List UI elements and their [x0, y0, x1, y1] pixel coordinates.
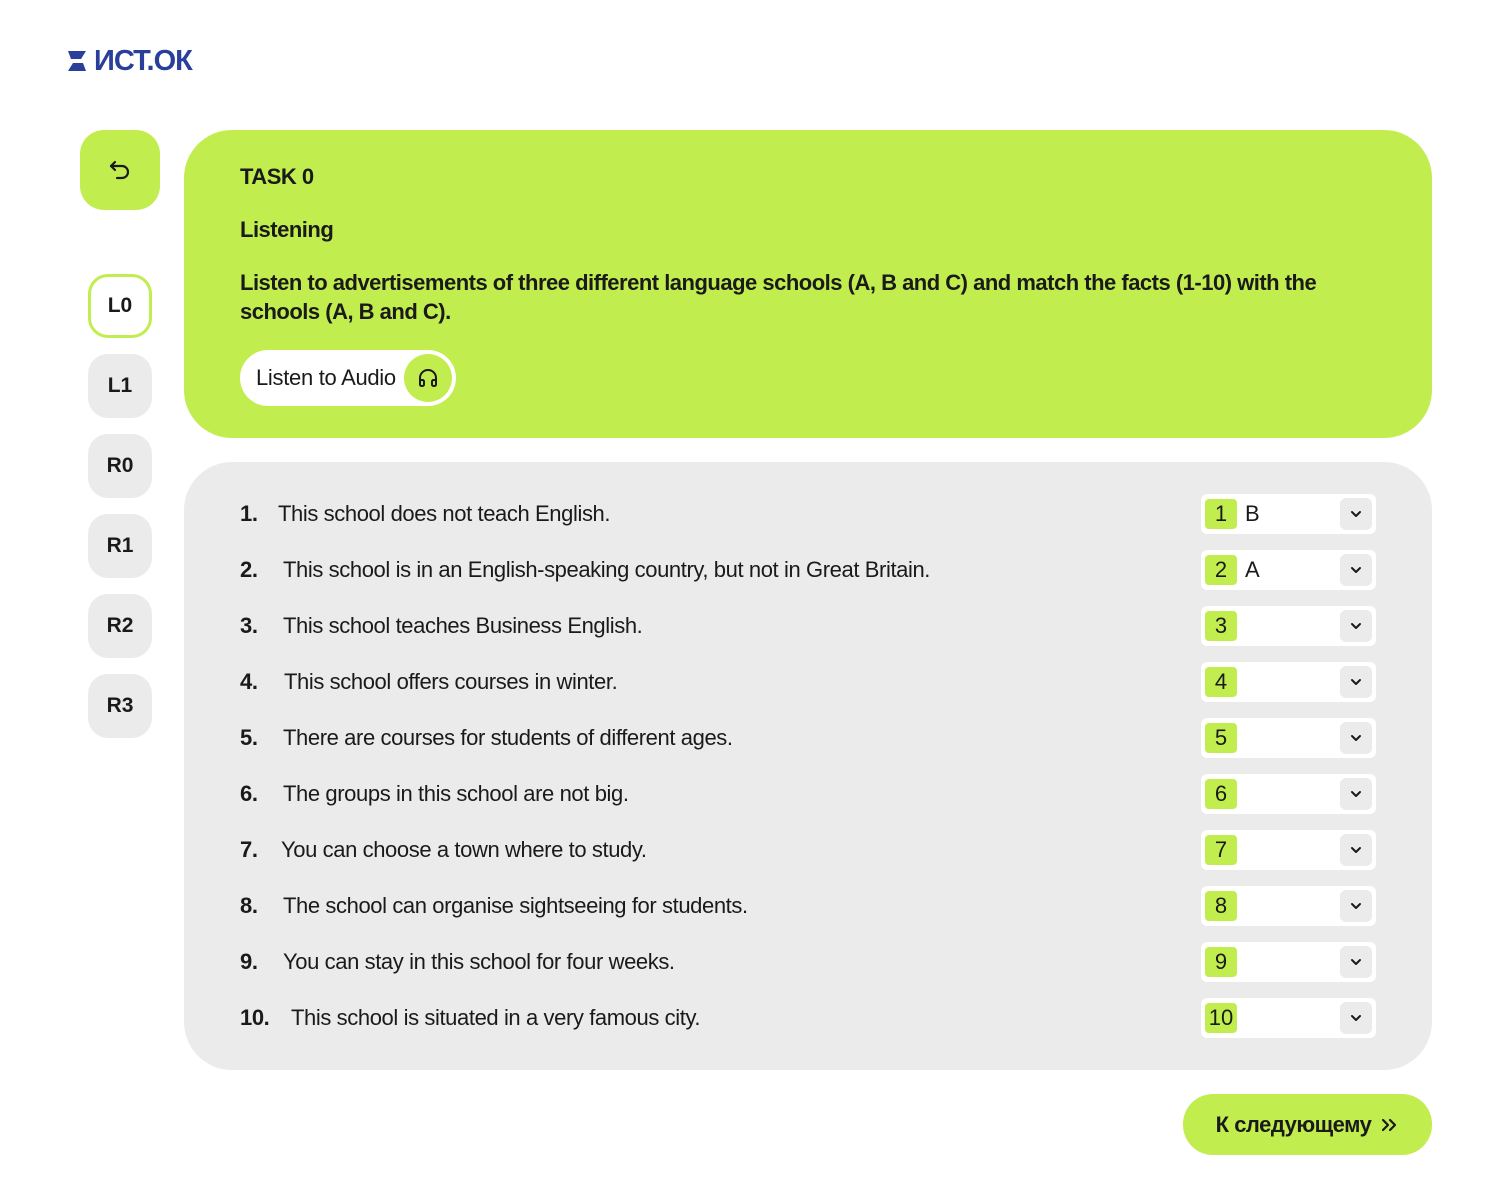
question-text: 10. This school is situated in a very fam… — [240, 998, 701, 1038]
answer-select-8[interactable]: 8 — [1201, 886, 1376, 926]
next-button[interactable]: К следующему — [1183, 1094, 1432, 1155]
sidebar-item-r0[interactable]: R0 — [88, 434, 152, 498]
chevron-down-icon[interactable] — [1340, 610, 1372, 642]
question-statement: The school can organise sightseeing for … — [283, 893, 748, 918]
answer-select-6[interactable]: 6 — [1201, 774, 1376, 814]
sidebar-item-r1[interactable]: R1 — [88, 514, 152, 578]
answer-select-number: 9 — [1205, 947, 1237, 977]
sidebar-item-r3[interactable]: R3 — [88, 674, 152, 738]
listen-audio-button[interactable]: Listen to Audio — [240, 350, 456, 406]
question-text: 6. The groups in this school are not big. — [240, 774, 629, 814]
question-number: 9. — [240, 949, 258, 974]
question-statement: This school offers courses in winter. — [284, 669, 618, 694]
task-description: Listen to advertisements of three differ… — [240, 270, 1317, 324]
logo-text: ИСТ.ОК — [94, 45, 193, 77]
question-text: 5. There are courses for students of diff… — [240, 718, 733, 758]
chevron-down-icon[interactable] — [1340, 890, 1372, 922]
question-number: 8. — [240, 893, 258, 918]
question-row: 10. This school is situated in a very fam… — [240, 998, 1376, 1038]
next-button-label: К следующему — [1215, 1111, 1372, 1137]
logo[interactable]: ИСТ.ОК — [64, 45, 193, 77]
answer-select-number: 4 — [1205, 667, 1237, 697]
question-text: 8. The school can organise sightseeing fo… — [240, 886, 748, 926]
question-text: 2. This school is in an English-speaking … — [240, 550, 930, 590]
chevron-down-icon[interactable] — [1340, 778, 1372, 810]
question-row: 5. There are courses for students of diff… — [240, 718, 1376, 758]
question-row: 7. You can choose a town where to study. 7 — [240, 830, 1376, 870]
question-number: 6. — [240, 781, 258, 806]
answer-select-9[interactable]: 9 — [1201, 942, 1376, 982]
question-row: 6. The groups in this school are not big.… — [240, 774, 1376, 814]
questions-card: 1. This school does not teach English. 1 B 2… — [184, 462, 1432, 1070]
answer-select-number: 6 — [1205, 779, 1237, 809]
answer-select-5[interactable]: 5 — [1201, 718, 1376, 758]
answer-select-value: B — [1245, 501, 1260, 526]
chevron-down-icon[interactable] — [1340, 834, 1372, 866]
sidebar-item-l0[interactable]: L0 — [88, 274, 152, 338]
chevron-down-icon[interactable] — [1340, 722, 1372, 754]
answer-select-number: 3 — [1205, 611, 1237, 641]
answer-select-2[interactable]: 2A — [1201, 550, 1376, 590]
undo-arrow-icon — [109, 160, 130, 180]
question-statement: This school does not teach English. — [278, 501, 611, 526]
answer-select-number: 5 — [1205, 723, 1237, 753]
sidebar-item-r2[interactable]: R2 — [88, 594, 152, 658]
question-text: 1. This school does not teach English. — [240, 494, 610, 534]
section-nav: L0 L1 R0 R1 R2 R3 — [88, 274, 152, 754]
question-statement: You can stay in this school for four wee… — [283, 949, 675, 974]
question-number: 5. — [240, 725, 258, 750]
question-row: 3. This school teaches Business English. 3 — [240, 606, 1376, 646]
chevron-down-icon[interactable] — [1340, 1002, 1372, 1034]
listen-audio-label: Listen to Audio — [256, 365, 396, 390]
answer-select-number: 10 — [1205, 1003, 1237, 1033]
question-text: 7. You can choose a town where to study. — [240, 830, 647, 870]
question-row: 9. You can stay in this school for four w… — [240, 942, 1376, 982]
question-text: 3. This school teaches Business English. — [240, 606, 643, 646]
chevron-down-icon[interactable] — [1340, 666, 1372, 698]
logo-mark-icon — [68, 51, 86, 71]
question-number: 2. — [240, 557, 258, 582]
question-row: 8. The school can organise sightseeing fo… — [240, 886, 1376, 926]
answer-select-3[interactable]: 3 — [1201, 606, 1376, 646]
question-number: 4. — [240, 669, 258, 694]
question-number: 1. — [240, 501, 258, 526]
question-text: 9. You can stay in this school for four w… — [240, 942, 675, 982]
question-statement: This school teaches Business English. — [283, 613, 643, 638]
answer-select-number: 2 — [1205, 555, 1237, 585]
back-button[interactable] — [80, 130, 160, 210]
answer-select-number: 1 — [1205, 499, 1237, 529]
answer-select-value: A — [1245, 557, 1260, 582]
task-subtitle: Listening — [240, 217, 334, 242]
answer-select-10[interactable]: 10 — [1201, 998, 1376, 1038]
question-statement: This school is situated in a very famous… — [291, 1005, 701, 1030]
task-card: TASK 0 Listening Listen to advertisement… — [184, 130, 1432, 438]
answer-select-number: 7 — [1205, 835, 1237, 865]
question-statement: You can choose a town where to study. — [281, 837, 647, 862]
answer-select-4[interactable]: 4 — [1201, 662, 1376, 702]
question-statement: This school is in an English-speaking co… — [283, 557, 931, 582]
answer-select-7[interactable]: 7 — [1201, 830, 1376, 870]
question-number: 10. — [240, 1005, 270, 1030]
question-statement: There are courses for students of differ… — [283, 725, 733, 750]
question-row: 1. This school does not teach English. 1 B — [240, 494, 1376, 534]
question-text: 4. This school offers courses in winter. — [240, 662, 618, 702]
sidebar-item-l1[interactable]: L1 — [88, 354, 152, 418]
double-chevron-right-icon — [1382, 1118, 1397, 1131]
question-number: 3. — [240, 613, 258, 638]
question-statement: The groups in this school are not big. — [283, 781, 629, 806]
question-row: 2. This school is in an English-speaking … — [240, 550, 1376, 590]
question-number: 7. — [240, 837, 258, 862]
chevron-down-icon[interactable] — [1340, 946, 1372, 978]
task-title: TASK 0 — [240, 164, 314, 189]
headphones-icon — [403, 354, 452, 402]
question-row: 4. This school offers courses in winter. 4 — [240, 662, 1376, 702]
answer-select-number: 8 — [1205, 891, 1237, 921]
answer-select-1[interactable]: 1B — [1201, 494, 1376, 534]
chevron-down-icon[interactable] — [1340, 498, 1372, 530]
chevron-down-icon[interactable] — [1340, 554, 1372, 586]
